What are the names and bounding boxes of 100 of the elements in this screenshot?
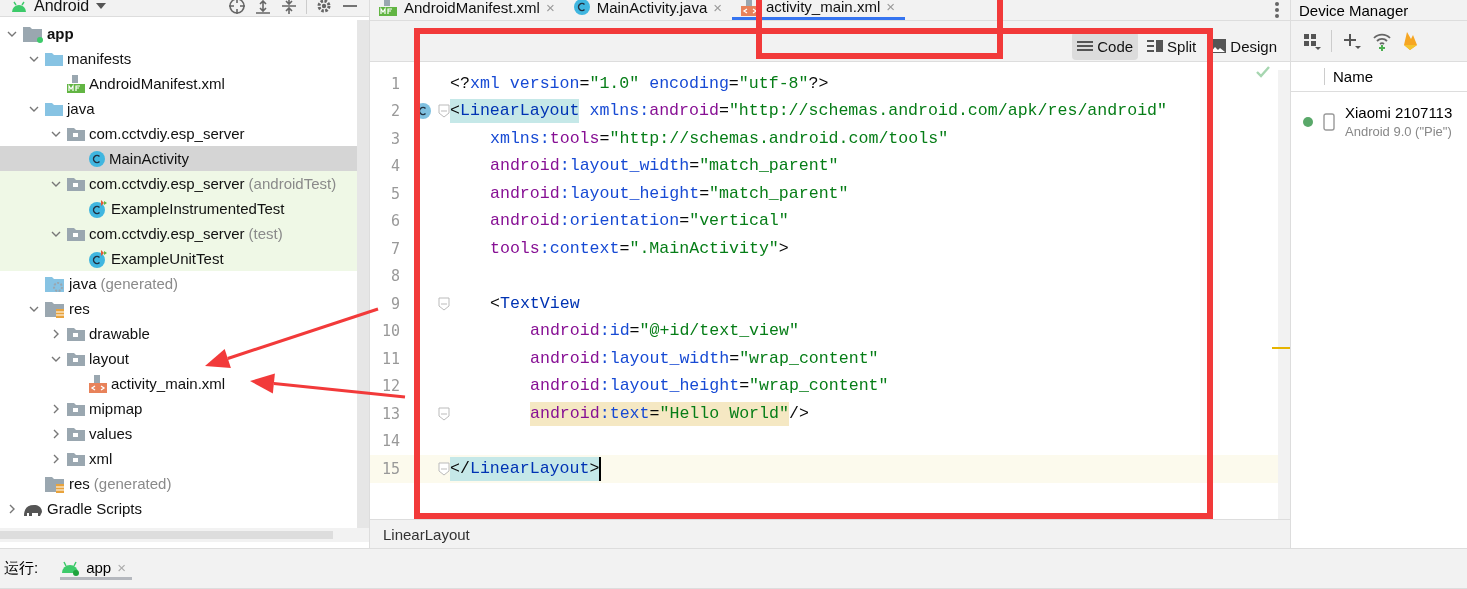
column-header[interactable]: Name [1324, 68, 1373, 85]
breadcrumb[interactable]: LinearLayout [370, 519, 1290, 548]
editor-tab[interactable]: MainActivity.java × [564, 0, 732, 20]
line-number: 12 [380, 377, 400, 396]
code-line: <LinearLayout xmlns:android="http://schemas.android.com/apk/res/android" [450, 97, 1168, 125]
view-mode-button[interactable]: Design [1205, 32, 1282, 60]
tree-item[interactable]: com.cctvdiy.esp_server [89, 175, 245, 192]
code-line: <?xml version="1.0" encoding="utf-8"?> [450, 72, 829, 95]
checkmark-icon [1256, 66, 1270, 78]
panel-title: Device Manager [1291, 0, 1467, 21]
line-number: 3 [389, 129, 400, 148]
run-tab[interactable]: app × [60, 557, 132, 580]
resource-folder-icon [44, 474, 66, 493]
split-mode-icon [1147, 40, 1164, 52]
settings-icon[interactable] [315, 0, 333, 15]
line-number: 10 [380, 322, 400, 341]
line-number: 1 [389, 74, 400, 93]
tree-item-note: (androidTest) [248, 175, 337, 192]
android-icon [10, 0, 28, 13]
package-folder-icon [66, 175, 86, 192]
code-line: android:layout_height="wrap_content" [529, 375, 889, 398]
device-details: Android 9.0 ("Pie") [1345, 124, 1453, 139]
tree-item[interactable]: Gradle Scripts [47, 500, 143, 517]
code-line: </LinearLayout> [450, 455, 602, 483]
line-number: 2 [389, 102, 400, 121]
fold-marker-icon[interactable] [438, 406, 450, 421]
module-folder-icon [22, 24, 44, 43]
expand-all-icon[interactable] [254, 0, 272, 15]
line-number: 6 [389, 212, 400, 231]
code-line: android:layout_height="match_parent" [489, 182, 849, 205]
fold-marker-icon[interactable] [438, 461, 450, 476]
locate-icon[interactable] [228, 0, 246, 15]
folder-icon [44, 50, 64, 67]
package-folder-icon [66, 325, 86, 342]
package-folder-icon [66, 425, 86, 442]
line-number: 8 [389, 267, 400, 286]
tree-item[interactable]: layout [89, 350, 130, 367]
grid-view-icon[interactable] [1303, 32, 1321, 50]
device-name[interactable]: Xiaomi 2107113 [1345, 104, 1453, 121]
line-number: 15 [380, 459, 400, 478]
tree-item[interactable]: app [47, 25, 74, 42]
manifest-file-icon [66, 74, 86, 93]
class-icon [88, 149, 106, 168]
code-line: xmlns:tools="http://schemas.android.com/tools" [489, 127, 949, 150]
view-mode-button[interactable]: Code [1072, 32, 1139, 60]
test-class-icon [88, 249, 108, 268]
run-label: 运行: [4, 558, 39, 578]
package-folder-icon [66, 125, 86, 142]
tree-item[interactable]: java [67, 100, 95, 117]
code-mode-icon [1077, 41, 1094, 51]
tree-item[interactable]: java [69, 275, 97, 292]
line-number: 14 [380, 432, 400, 451]
code-line: <TextView [489, 292, 580, 315]
tree-item[interactable]: AndroidManifest.xml [89, 75, 225, 92]
tree-item[interactable]: ExampleUnitTest [111, 250, 224, 267]
tree-item[interactable]: manifests [67, 50, 132, 67]
project-view-selector[interactable]: Android [34, 0, 90, 15]
line-number: 5 [389, 184, 400, 203]
tree-item[interactable]: res [69, 300, 90, 317]
line-number: 7 [389, 239, 400, 258]
package-folder-icon [66, 400, 86, 417]
resource-folder-icon [44, 299, 66, 318]
code-line: android:layout_width="match_parent" [489, 155, 839, 178]
tree-item[interactable]: mipmap [89, 400, 143, 417]
package-folder-icon [66, 225, 86, 242]
tree-item[interactable]: com.cctvdiy.esp_server [89, 125, 245, 142]
tree-item[interactable]: res [69, 475, 90, 492]
tree-item[interactable]: ExampleInstrumentedTest [111, 200, 285, 217]
scroll-marker[interactable] [1272, 347, 1290, 349]
package-folder-icon [66, 350, 86, 367]
add-icon[interactable] [1342, 32, 1362, 50]
editor-tab[interactable]: AndroidManifest.xml × [370, 0, 565, 20]
fold-marker-icon[interactable] [438, 104, 450, 119]
code-line: tools:context=".MainActivity"> [489, 237, 789, 260]
code-line: android:orientation="vertical" [489, 210, 789, 233]
code-line: android:id="@+id/text_view" [529, 320, 799, 343]
tree-item[interactable]: drawable [89, 325, 150, 342]
more-options-icon[interactable] [1274, 1, 1280, 19]
class-icon [572, 0, 591, 16]
code-line: android:layout_width="wrap_content" [529, 347, 879, 370]
tree-item-note: (generated) [93, 475, 172, 492]
package-folder-icon [66, 450, 86, 467]
collapse-all-icon[interactable] [280, 0, 298, 15]
tree-item[interactable]: activity_main.xml [111, 375, 226, 392]
line-number: 13 [380, 404, 400, 423]
test-class-icon [88, 199, 108, 218]
fold-marker-icon[interactable] [438, 296, 450, 311]
tree-item-note: (generated) [100, 275, 179, 292]
dropdown-caret-icon[interactable] [95, 2, 108, 10]
wifi-plus-icon[interactable] [1372, 31, 1392, 51]
generated-folder-icon [44, 274, 66, 293]
folder-icon [44, 100, 64, 117]
line-number: 9 [389, 294, 400, 313]
tree-item[interactable]: com.cctvdiy.esp_server [89, 225, 245, 242]
view-mode-button[interactable]: Split [1142, 32, 1202, 60]
tree-item[interactable]: MainActivity [109, 150, 190, 167]
phone-icon [1323, 112, 1335, 131]
tree-item[interactable]: values [89, 425, 133, 442]
tree-item[interactable]: xml [89, 450, 113, 467]
line-number: 11 [380, 349, 400, 368]
